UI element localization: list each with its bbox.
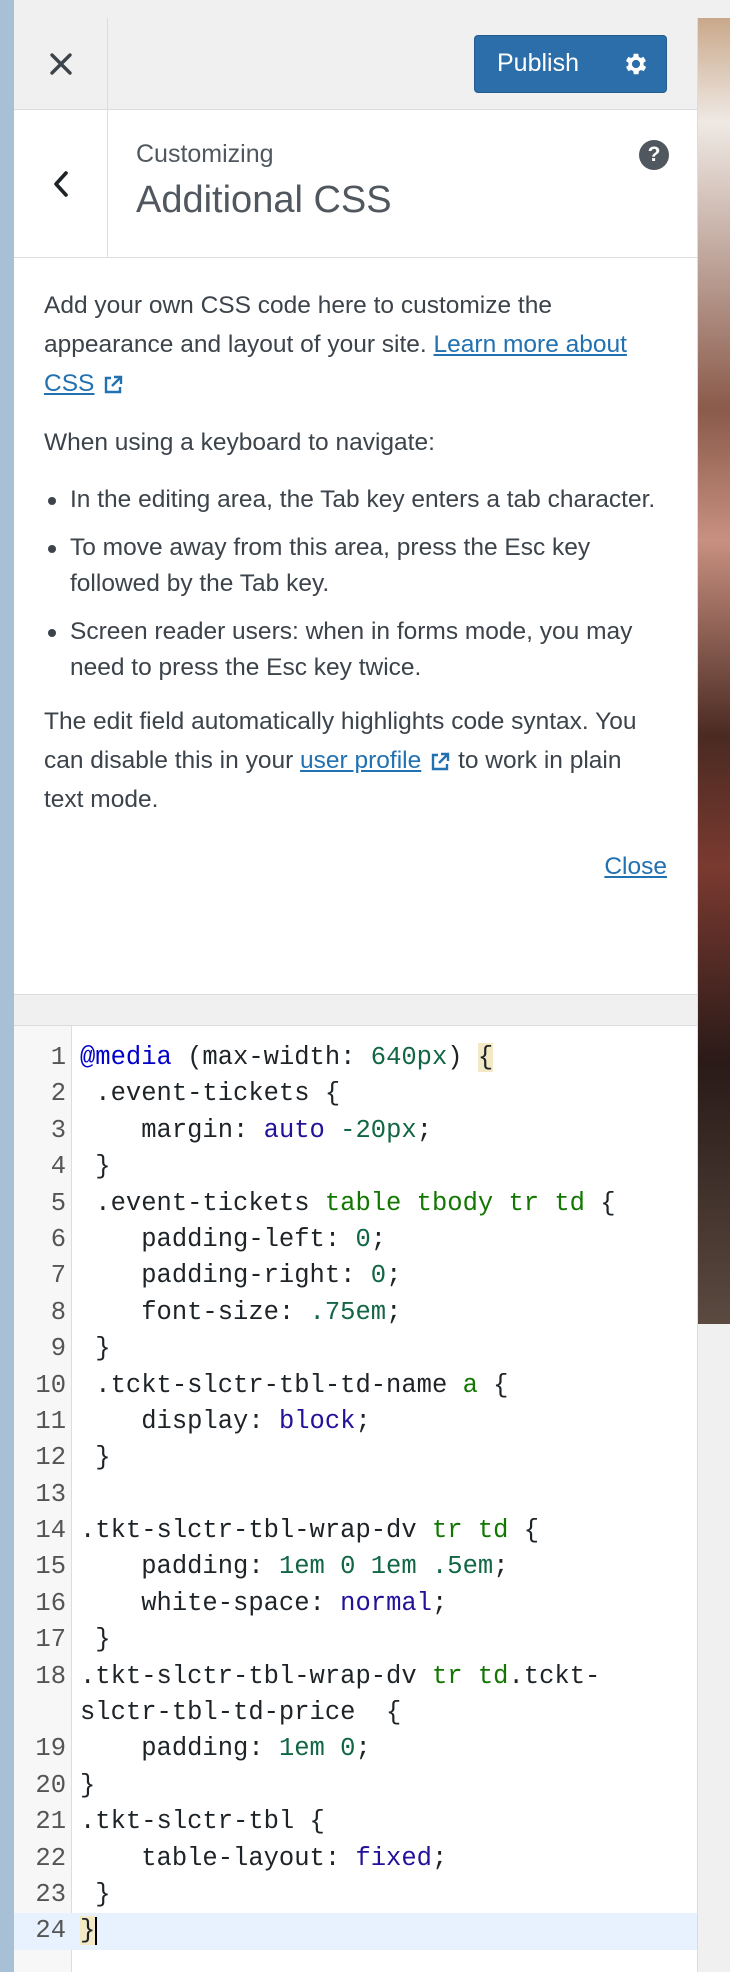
line-number: 8: [50, 1297, 66, 1327]
gear-icon: [625, 53, 647, 74]
page-title: Additional CSS: [136, 179, 392, 221]
list-item: To move away from this area, press the E…: [44, 530, 667, 602]
line-number: 12: [35, 1443, 66, 1473]
code-line: 17 }: [14, 1622, 697, 1658]
line-number: 5: [50, 1188, 66, 1218]
code-line: 7 padding-right: 0;: [14, 1258, 697, 1294]
line-number: 23: [35, 1879, 66, 1909]
customizing-label: Customizing: [136, 140, 274, 168]
code-line: 4 }: [14, 1149, 697, 1185]
code-line: 21 .tkt-slctr-tbl {: [14, 1804, 697, 1840]
left-edge: [0, 0, 14, 1972]
line-number: 24: [35, 1916, 66, 1946]
line-number: 17: [35, 1625, 66, 1655]
code-line: 13: [14, 1477, 697, 1513]
keyboard-tips-list: In the editing area, the Tab key enters …: [44, 482, 667, 686]
line-number: 6: [50, 1224, 66, 1254]
line-number: 11: [35, 1406, 66, 1436]
publish-button[interactable]: Publish: [474, 34, 667, 93]
text-cursor: [95, 1916, 98, 1945]
css-description: Add your own CSS code here to customize …: [14, 258, 697, 994]
help-icon[interactable]: ?: [639, 140, 669, 170]
section-title-area: Customizing Additional CSS ?: [14, 110, 697, 258]
code-line-active: 24}: [14, 1913, 697, 1950]
line-number: 2: [50, 1079, 66, 1109]
customizer-header: Publish: [14, 17, 697, 110]
line-number: 13: [35, 1479, 66, 1509]
chevron-left-icon: [53, 170, 68, 197]
line-number: 4: [50, 1152, 66, 1182]
line-number: 16: [35, 1588, 66, 1618]
line-number: 21: [35, 1807, 66, 1837]
code-line: 20}: [14, 1768, 697, 1804]
list-item: In the editing area, the Tab key enters …: [44, 482, 667, 518]
code-line: 5 .event-tickets table tbody tr td {: [14, 1186, 697, 1222]
code-line: 12 }: [14, 1440, 697, 1476]
code-line-wrapped: slctr-tbl-td-price {: [80, 1698, 402, 1728]
code-line: 6 padding-left: 0;: [14, 1222, 697, 1258]
line-number: 10: [35, 1370, 66, 1400]
code-line: 19 padding: 1em 0;: [14, 1731, 697, 1767]
code-line: 1 @media (max-width: 640px) {: [14, 1040, 697, 1076]
code-line: 3 margin: auto -20px;: [14, 1113, 697, 1149]
code-line: 9 }: [14, 1331, 697, 1367]
code-line: 14 .tkt-slctr-tbl-wrap-dv tr td {: [14, 1513, 697, 1549]
line-number: 20: [35, 1770, 66, 1800]
close-customizer-button[interactable]: [14, 17, 108, 110]
code-line: 8 font-size: .75em;: [14, 1295, 697, 1331]
code-line: 22 table-layout: fixed;: [14, 1841, 697, 1877]
line-number: 3: [50, 1115, 66, 1145]
top-strip: [0, 0, 730, 18]
code-line: 16 white-space: normal;: [14, 1586, 697, 1622]
line-number: 18: [35, 1661, 66, 1691]
code-line: 18 .tkt-slctr-tbl-wrap-dv tr td.tckt-: [14, 1659, 697, 1695]
line-number: 14: [35, 1516, 66, 1546]
site-preview[interactable]: [698, 18, 730, 1324]
list-item: Screen reader users: when in forms mode,…: [44, 614, 667, 686]
line-number: 22: [35, 1843, 66, 1873]
intro-paragraph: Add your own CSS code here to customize …: [44, 286, 667, 403]
external-link-icon: [432, 752, 450, 770]
user-profile-link[interactable]: user profile: [300, 747, 421, 774]
preview-background: [698, 1324, 730, 1972]
keyboard-heading: When using a keyboard to navigate:: [44, 429, 435, 456]
css-code-editor[interactable]: 1 @media (max-width: 640px) { 2 .event-ti…: [14, 1026, 697, 1972]
back-button[interactable]: [14, 110, 108, 257]
code-line: 2 .event-tickets {: [14, 1076, 697, 1112]
line-number: 9: [50, 1334, 66, 1364]
syntax-note: The edit field automatically highlights …: [44, 702, 667, 819]
publish-settings-button[interactable]: [606, 36, 666, 92]
external-link-icon: [105, 375, 123, 393]
line-number: 1: [50, 1043, 66, 1072]
code-line: 23 }: [14, 1877, 697, 1913]
customizer-panel: Publish Customizing Additional CSS ? Add…: [14, 17, 698, 1972]
publish-label: Publish: [497, 49, 579, 77]
line-number: 7: [50, 1261, 66, 1291]
code-line: 11 display: block;: [14, 1404, 697, 1440]
line-number: 19: [35, 1734, 66, 1764]
close-icon: [49, 52, 72, 75]
line-number: 15: [35, 1552, 66, 1582]
close-description-link[interactable]: Close: [604, 853, 667, 880]
code-line: 15 padding: 1em 0 1em .5em;: [14, 1549, 697, 1585]
code-line: 10 .tckt-slctr-tbl-td-name a {: [14, 1368, 697, 1404]
divider: [14, 994, 697, 1026]
